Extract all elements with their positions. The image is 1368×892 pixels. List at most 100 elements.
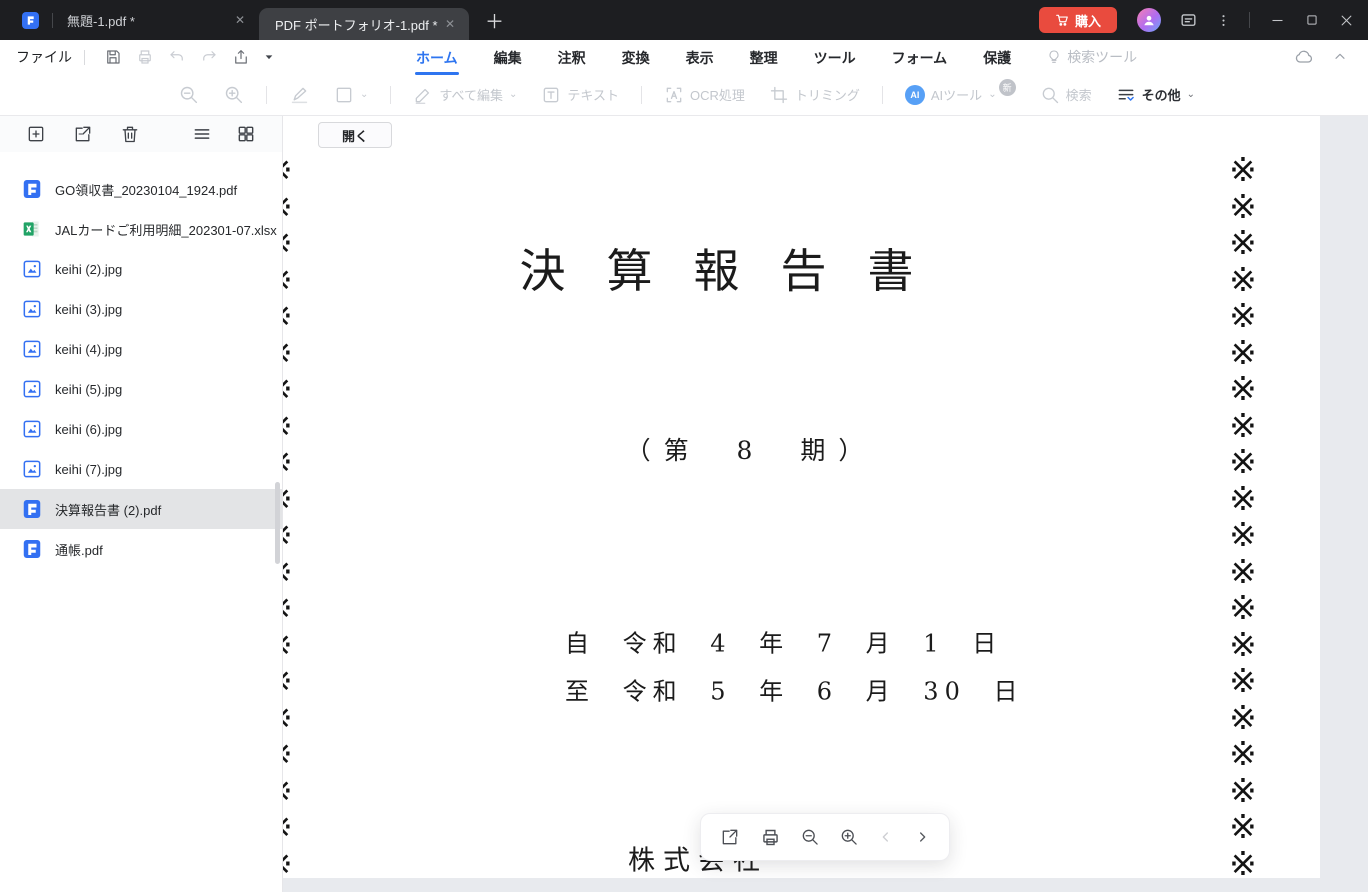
toolbar-separator — [266, 85, 267, 104]
print-icon[interactable] — [760, 827, 781, 848]
user-avatar[interactable] — [1137, 8, 1161, 32]
text-box-icon — [541, 85, 561, 105]
more-menu-icon[interactable] — [1216, 13, 1231, 28]
tab-untitled[interactable]: 無題-1.pdf * ✕ — [65, 0, 259, 40]
redo-icon[interactable] — [200, 48, 218, 66]
portfolio-file-row[interactable]: keihi (2).jpg — [0, 249, 282, 289]
file-menu[interactable]: ファイル — [16, 47, 72, 67]
portfolio-file-row[interactable]: keihi (7).jpg — [0, 449, 282, 489]
collapse-toolbar-icon[interactable] — [1332, 49, 1348, 65]
menu-tab-tools[interactable]: ツール — [813, 42, 857, 72]
zoom-in-icon[interactable] — [223, 84, 244, 105]
buy-button-label: 購入 — [1074, 13, 1101, 29]
delete-file-icon[interactable] — [120, 124, 140, 144]
undo-icon[interactable] — [168, 48, 186, 66]
add-file-icon[interactable] — [26, 124, 46, 144]
chevron-down-icon: ⌄ — [360, 89, 369, 100]
open-in-new-icon[interactable] — [720, 827, 740, 847]
jpg-file-icon — [22, 419, 42, 439]
ocr-icon — [664, 85, 684, 105]
portfolio-file-row[interactable]: JALカードご利用明細_202301-07.xlsx — [0, 209, 282, 249]
search-tool[interactable]: 検索 — [1040, 85, 1092, 105]
grid-view-icon[interactable] — [236, 124, 256, 144]
buy-button[interactable]: 購入 — [1038, 7, 1117, 33]
document-title: 決算報告書 — [519, 244, 955, 298]
toolbar-separator — [640, 85, 642, 104]
menu-tab-protect[interactable]: 保護 — [982, 42, 1012, 72]
crop-tool[interactable]: トリミング — [769, 85, 860, 105]
portfolio-file-row[interactable]: keihi (3).jpg — [0, 289, 282, 329]
menu-tab-organize[interactable]: 整理 — [749, 42, 779, 72]
previous-page-icon[interactable] — [878, 829, 894, 845]
toolbar: ⌄ すべて編集 ⌄ テキスト OCR処理 トリミング AI AIツール ⌄ 新 … — [0, 74, 1368, 116]
file-name: keihi (7).jpg — [55, 461, 123, 477]
tab-title: PDF ポートフォリオ-1.pdf * — [275, 17, 438, 33]
quickbar-dropdown-icon[interactable] — [264, 52, 274, 62]
titlebar-separator — [1249, 12, 1250, 28]
jpg-file-icon — [22, 299, 42, 319]
ocr-tool[interactable]: OCR処理 — [664, 85, 745, 105]
menu-tab-view[interactable]: 表示 — [685, 42, 715, 72]
feedback-icon[interactable] — [1179, 11, 1198, 30]
search-label: 検索 — [1065, 88, 1092, 103]
extract-file-icon[interactable] — [73, 124, 93, 144]
zoom-out-icon[interactable] — [178, 84, 199, 105]
tab-portfolio[interactable]: PDF ポートフォリオ-1.pdf * ✕ — [259, 8, 469, 40]
vertical-scrollbar[interactable] — [1320, 116, 1368, 892]
next-page-icon[interactable] — [914, 829, 930, 845]
highlighter-icon[interactable] — [289, 84, 310, 105]
shape-tool-icon[interactable]: ⌄ — [334, 85, 368, 105]
portfolio-file-row[interactable]: keihi (5).jpg — [0, 369, 282, 409]
menu-tab-home[interactable]: ホーム — [415, 42, 459, 75]
save-icon[interactable] — [104, 48, 122, 66]
tab-close-icon[interactable]: ✕ — [441, 17, 459, 31]
maximize-button[interactable] — [1305, 13, 1319, 27]
file-name: keihi (4).jpg — [55, 341, 123, 357]
titlebar-separator — [52, 12, 53, 28]
menu-tab-form[interactable]: フォーム — [891, 42, 949, 72]
new-tab-button[interactable]: ＋ — [485, 7, 504, 34]
document-period-from: 自 令和 4 年 7 月 1 日 — [565, 629, 1003, 658]
portfolio-file-row[interactable]: 決算報告書 (2).pdf — [0, 489, 282, 529]
ocr-label: OCR処理 — [689, 88, 745, 103]
file-name: GO領収書_20230104_1924.pdf — [55, 182, 238, 198]
print-icon[interactable] — [136, 48, 154, 66]
document-period-to: 至 令和 5 年 6 月 30 日 — [565, 677, 1024, 706]
page-border-pattern-left: ※※※※※※※※※※※※※※※※※※※※※ — [283, 151, 296, 892]
portfolio-file-row[interactable]: keihi (6).jpg — [0, 409, 282, 449]
share-icon[interactable] — [232, 48, 250, 66]
search-icon — [1040, 85, 1060, 105]
list-view-icon[interactable] — [192, 124, 212, 144]
zoom-in-icon[interactable] — [839, 827, 859, 847]
open-button[interactable]: 開く — [318, 122, 392, 148]
app-window: 無題-1.pdf * ✕ PDF ポートフォリオ-1.pdf * ✕ ＋ 購入 — [0, 0, 1368, 892]
more-tools[interactable]: その他 ⌄ — [1116, 85, 1195, 105]
tab-close-icon[interactable]: ✕ — [231, 13, 249, 27]
page-border-pattern-right: ※※※※※※※※※※※※※※※※※※※※※ — [1229, 150, 1257, 892]
close-button[interactable] — [1339, 13, 1354, 28]
portfolio-file-list: GO領収書_20230104_1924.pdf JALカードご利用明細_2023… — [0, 152, 282, 569]
menu-tab-convert[interactable]: 変換 — [621, 42, 651, 72]
zoom-out-icon[interactable] — [800, 827, 820, 847]
search-tool-menu[interactable]: 検索ツール — [1046, 47, 1137, 67]
portfolio-file-row[interactable]: GO領収書_20230104_1924.pdf — [0, 169, 282, 209]
portfolio-file-row[interactable]: keihi (4).jpg — [0, 329, 282, 369]
text-tool[interactable]: テキスト — [541, 85, 619, 105]
menu-tab-comment[interactable]: 注釈 — [557, 42, 587, 72]
cloud-sync-icon[interactable] — [1294, 47, 1314, 67]
portfolio-file-row[interactable]: 通帳.pdf — [0, 529, 282, 569]
ai-tools[interactable]: AI AIツール ⌄ 新 — [904, 79, 1016, 105]
pdf-file-icon — [22, 499, 42, 519]
horizontal-scrollbar[interactable] — [283, 878, 1368, 892]
jpg-file-icon — [22, 379, 42, 399]
chevron-down-icon: ⌄ — [1186, 89, 1195, 100]
toolbar-separator — [881, 85, 883, 104]
edit-all-tool[interactable]: すべて編集 ⌄ — [413, 85, 517, 105]
crop-label: トリミング — [794, 88, 860, 103]
minimize-button[interactable] — [1270, 13, 1285, 28]
jpg-file-icon — [22, 459, 42, 479]
menu-tab-edit[interactable]: 編集 — [493, 42, 523, 72]
sidebar-scrollbar-thumb[interactable] — [275, 482, 280, 564]
file-name: 決算報告書 (2).pdf — [55, 502, 162, 518]
file-name: 通帳.pdf — [55, 542, 103, 558]
